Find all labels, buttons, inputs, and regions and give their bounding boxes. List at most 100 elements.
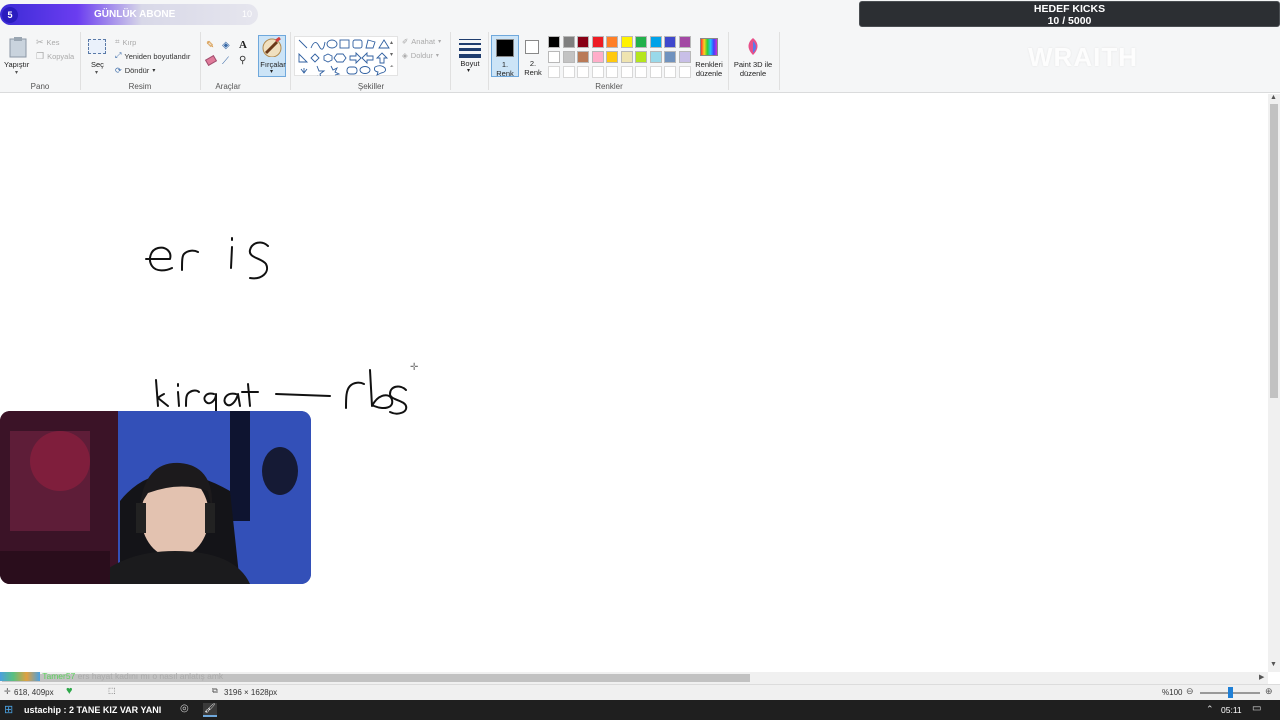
- color-swatch[interactable]: [649, 51, 662, 63]
- fill-button[interactable]: ◈ Doldur ▾: [402, 51, 439, 60]
- custom-color-swatch[interactable]: [577, 66, 589, 78]
- drawing-canvas[interactable]: ✛: [0, 94, 1268, 672]
- paint3d-button[interactable]: Paint 3D ile düzenle: [731, 35, 775, 79]
- color-swatch[interactable]: [678, 36, 691, 48]
- custom-color-swatch[interactable]: [664, 66, 676, 78]
- subscriber-count: 5: [2, 7, 18, 23]
- select-label: Seç: [91, 60, 104, 69]
- color-swatch[interactable]: [548, 51, 560, 63]
- divider: [728, 32, 729, 90]
- color-swatch[interactable]: [664, 51, 676, 63]
- chevron-down-icon: ▾: [152, 68, 156, 74]
- chevron-down-icon: ▾: [438, 39, 442, 45]
- color-swatch[interactable]: [678, 51, 691, 63]
- color-swatch[interactable]: [577, 36, 589, 48]
- custom-color-swatch[interactable]: [678, 66, 691, 78]
- custom-color-swatch[interactable]: [649, 66, 662, 78]
- magnifier-icon[interactable]: ⚲: [239, 55, 246, 66]
- color-swatch[interactable]: [591, 36, 604, 48]
- rotate-label: Döndür: [124, 66, 150, 75]
- custom-color-swatch[interactable]: [548, 66, 560, 78]
- color-swatch[interactable]: [635, 36, 647, 48]
- paint-app-icon[interactable]: 🖌: [203, 703, 217, 717]
- color-swatch[interactable]: [620, 51, 633, 63]
- color-swatch[interactable]: [649, 36, 662, 48]
- shapes-scroll[interactable]: ▴ ▾ ⩡: [390, 37, 393, 73]
- zoom-slider-thumb[interactable]: [1228, 687, 1233, 698]
- color-swatch[interactable]: [562, 36, 575, 48]
- scroll-down-icon[interactable]: ▼: [1270, 661, 1277, 668]
- zoom-level: %100: [1162, 688, 1183, 697]
- color2-label-line2: Renk: [524, 68, 542, 77]
- notification-icon[interactable]: ▭: [1252, 703, 1261, 714]
- shapes-gallery[interactable]: [294, 36, 398, 76]
- color1-swatch: [496, 39, 514, 57]
- color-picker-icon[interactable]: ⟋: [222, 56, 229, 67]
- copy-label: Kopyala: [47, 52, 75, 61]
- shapes-icon: [298, 39, 390, 76]
- custom-color-swatch[interactable]: [620, 66, 633, 78]
- copy-button[interactable]: ❐ Kopyala: [36, 51, 74, 62]
- color-swatch[interactable]: [577, 51, 589, 63]
- rotate-button[interactable]: ⟳ Döndür ▾: [115, 66, 155, 75]
- text-icon[interactable]: A: [239, 39, 247, 51]
- divider: [200, 32, 201, 90]
- color-wheel-icon: [700, 38, 718, 56]
- cut-button[interactable]: ✂ Kes: [36, 37, 59, 48]
- resize-button[interactable]: ⤢ Yeniden boyutlandır: [115, 51, 190, 61]
- cursor-position: 618, 409px: [14, 688, 54, 697]
- start-icon[interactable]: ⊞: [4, 703, 13, 716]
- cut-label: Kes: [46, 38, 60, 47]
- webcam-video-image: [0, 411, 311, 584]
- brush-icon: [262, 37, 282, 57]
- copy-icon: ❐: [36, 51, 45, 61]
- eraser-icon[interactable]: [204, 54, 218, 67]
- color-swatch[interactable]: [591, 51, 604, 63]
- color2-label-line1: 2.: [529, 59, 537, 68]
- color-swatch[interactable]: [635, 51, 647, 63]
- custom-color-swatch[interactable]: [635, 66, 647, 78]
- outline-button[interactable]: ✐ Anahat ▾: [402, 37, 441, 46]
- divider: [779, 32, 780, 90]
- color-swatch[interactable]: [606, 51, 618, 63]
- divider: [80, 32, 81, 90]
- subscriber-goal-max: 10: [241, 9, 252, 19]
- size-button[interactable]: Boyut ▾: [456, 35, 484, 77]
- color-swatch[interactable]: [562, 51, 575, 63]
- resize-icon: ⤢: [115, 51, 122, 60]
- fill-label: Doldur: [410, 51, 433, 60]
- daily-subscriber-goal-bar: 5 GÜNLÜK ABONE 10: [0, 4, 258, 25]
- scroll-up-icon[interactable]: ▲: [1270, 94, 1277, 101]
- fill-bucket-icon[interactable]: ◈: [222, 40, 230, 51]
- fill-icon: ◈: [402, 51, 408, 60]
- vertical-scrollbar-thumb[interactable]: [1270, 104, 1278, 398]
- paste-button[interactable]: Yapıştır ▾: [4, 36, 32, 76]
- custom-color-swatch[interactable]: [606, 66, 618, 78]
- color-swatch[interactable]: [620, 36, 633, 48]
- scroll-right-icon[interactable]: ▶: [1259, 673, 1264, 681]
- selection-rect-icon: [88, 39, 106, 54]
- taskbar: ⊞ ustachip : 2 TANE KIZ VAR YANI ◎ 🖌 ⌃ 0…: [0, 700, 1280, 720]
- cursor-position-icon: ✛: [4, 687, 11, 696]
- custom-color-swatch[interactable]: [562, 66, 575, 78]
- brushes-button[interactable]: Fırçalar ▾: [258, 35, 286, 77]
- app-icon[interactable]: ◎: [180, 703, 189, 714]
- image-size-icon: ⧉: [212, 686, 218, 695]
- edit-colors-button[interactable]: Renkleri düzenle: [693, 35, 725, 79]
- zoom-out-icon[interactable]: ⊖: [1186, 686, 1194, 697]
- color2-button[interactable]: 2. Renk: [520, 35, 546, 77]
- pencil-icon[interactable]: ✎: [206, 40, 214, 51]
- chevron-up-icon[interactable]: ⌃: [1206, 704, 1214, 715]
- crop-button[interactable]: ⌗ Kırp: [115, 37, 136, 47]
- color-swatch[interactable]: [664, 36, 676, 48]
- color-swatch[interactable]: [606, 36, 618, 48]
- selection-size-icon: ⬚: [108, 686, 116, 695]
- select-button[interactable]: Seç ▾: [86, 37, 108, 77]
- divider: [290, 32, 291, 90]
- color-palette: [548, 35, 694, 78]
- color1-button[interactable]: 1. Renk: [491, 35, 519, 78]
- image-size: 3196 × 1628px: [224, 688, 278, 697]
- color-swatch[interactable]: [548, 36, 560, 48]
- zoom-in-icon[interactable]: ⊕: [1265, 686, 1273, 697]
- custom-color-swatch[interactable]: [591, 66, 604, 78]
